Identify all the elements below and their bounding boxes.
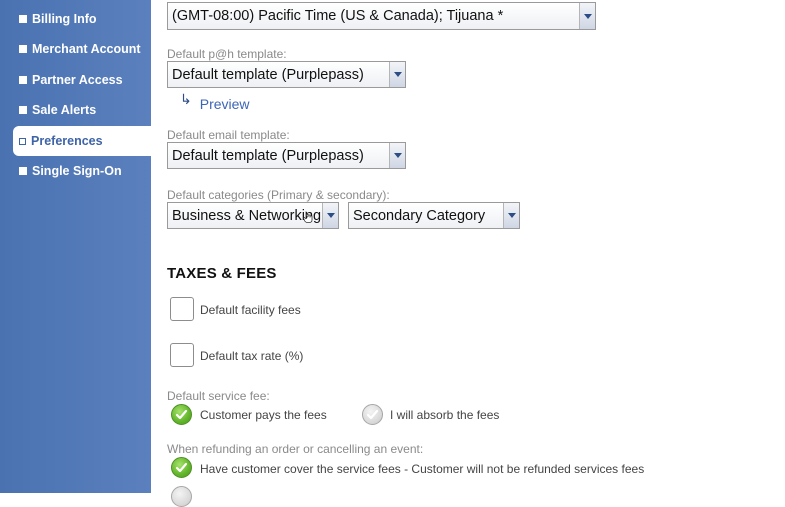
chevron-down-icon [579, 3, 595, 29]
sidebar-item-label: Partner Access [32, 73, 123, 87]
square-bullet-icon [19, 167, 27, 175]
sidebar-item-label: Sale Alerts [32, 103, 97, 117]
sidebar-item-label: Single Sign-On [32, 164, 122, 178]
secondary-category-value: Secondary Category [353, 207, 486, 224]
corner-arrow-icon: ↳ [180, 91, 192, 107]
sidebar-item-merchant-account[interactable]: Merchant Account [0, 34, 151, 64]
square-bullet-icon [19, 15, 27, 23]
sidebar-item-preferences[interactable]: Preferences [13, 126, 151, 156]
preview-link[interactable]: ↳ Preview [180, 91, 250, 112]
timezone-select-value: (GMT-08:00) Pacific Time (US & Canada); … [172, 8, 504, 24]
sidebar-item-sale-alerts[interactable]: Sale Alerts [0, 95, 151, 125]
customer-pays-label: Customer pays the fees [200, 408, 327, 422]
tax-rate-label: Default tax rate (%) [200, 349, 304, 363]
checkmark-icon [175, 409, 188, 420]
square-bullet-icon [19, 106, 27, 114]
square-bullet-icon [19, 137, 26, 145]
primary-category-value: Business & Networking [172, 207, 322, 224]
square-bullet-icon [19, 45, 27, 53]
email-template-value: Default template (Purplepass) [172, 147, 364, 164]
refund-label: When refunding an order or cancelling an… [167, 442, 424, 456]
timezone-select[interactable]: (GMT-08:00) Pacific Time (US & Canada); … [167, 2, 596, 30]
categories-label: Default categories (Primary & secondary)… [167, 188, 390, 202]
customer-covers-fees-label: Have customer cover the service fees - C… [200, 462, 645, 476]
absorb-fees-label: I will absorb the fees [390, 408, 500, 422]
facility-fees-checkbox[interactable] [170, 297, 194, 321]
secondary-category-select[interactable]: Secondary Category [348, 202, 520, 229]
chevron-down-icon [389, 143, 405, 168]
checkmark-icon [366, 409, 379, 420]
sidebar-item-partner-access[interactable]: Partner Access [0, 65, 151, 95]
email-template-select[interactable]: Default template (Purplepass) [167, 142, 406, 169]
customer-pays-radio[interactable] [171, 404, 192, 425]
chevron-down-icon [389, 62, 405, 87]
checkmark-icon [175, 462, 188, 473]
chevron-down-icon [322, 203, 338, 228]
pah-template-select[interactable]: Default template (Purplepass) [167, 61, 406, 88]
service-fee-label: Default service fee: [167, 389, 270, 403]
sidebar-item-label: Preferences [31, 134, 103, 148]
absorb-fees-radio[interactable] [362, 404, 383, 425]
sidebar-item-single-sign-on[interactable]: Single Sign-On [0, 156, 151, 186]
customer-covers-fees-radio[interactable] [171, 457, 192, 478]
sidebar-item-label: Merchant Account [32, 42, 141, 56]
sidebar-nav: Billing Info Merchant Account Partner Ac… [0, 0, 151, 493]
preview-link-label: Preview [199, 95, 250, 112]
primary-category-select[interactable]: Business & Networking [167, 202, 339, 229]
refund-option-radio[interactable] [171, 486, 192, 507]
email-template-label: Default email template: [167, 128, 290, 142]
sidebar-item-label: Billing Info [32, 12, 97, 26]
taxes-fees-heading: TAXES & FEES [167, 265, 277, 282]
pah-template-value: Default template (Purplepass) [172, 66, 364, 83]
hand-cursor-icon [303, 211, 313, 223]
tax-rate-checkbox[interactable] [170, 343, 194, 367]
pah-template-label: Default p@h template: [167, 47, 287, 61]
square-bullet-icon [19, 76, 27, 84]
facility-fees-label: Default facility fees [200, 303, 301, 317]
chevron-down-icon [503, 203, 519, 228]
sidebar-item-billing-info[interactable]: Billing Info [0, 4, 151, 34]
